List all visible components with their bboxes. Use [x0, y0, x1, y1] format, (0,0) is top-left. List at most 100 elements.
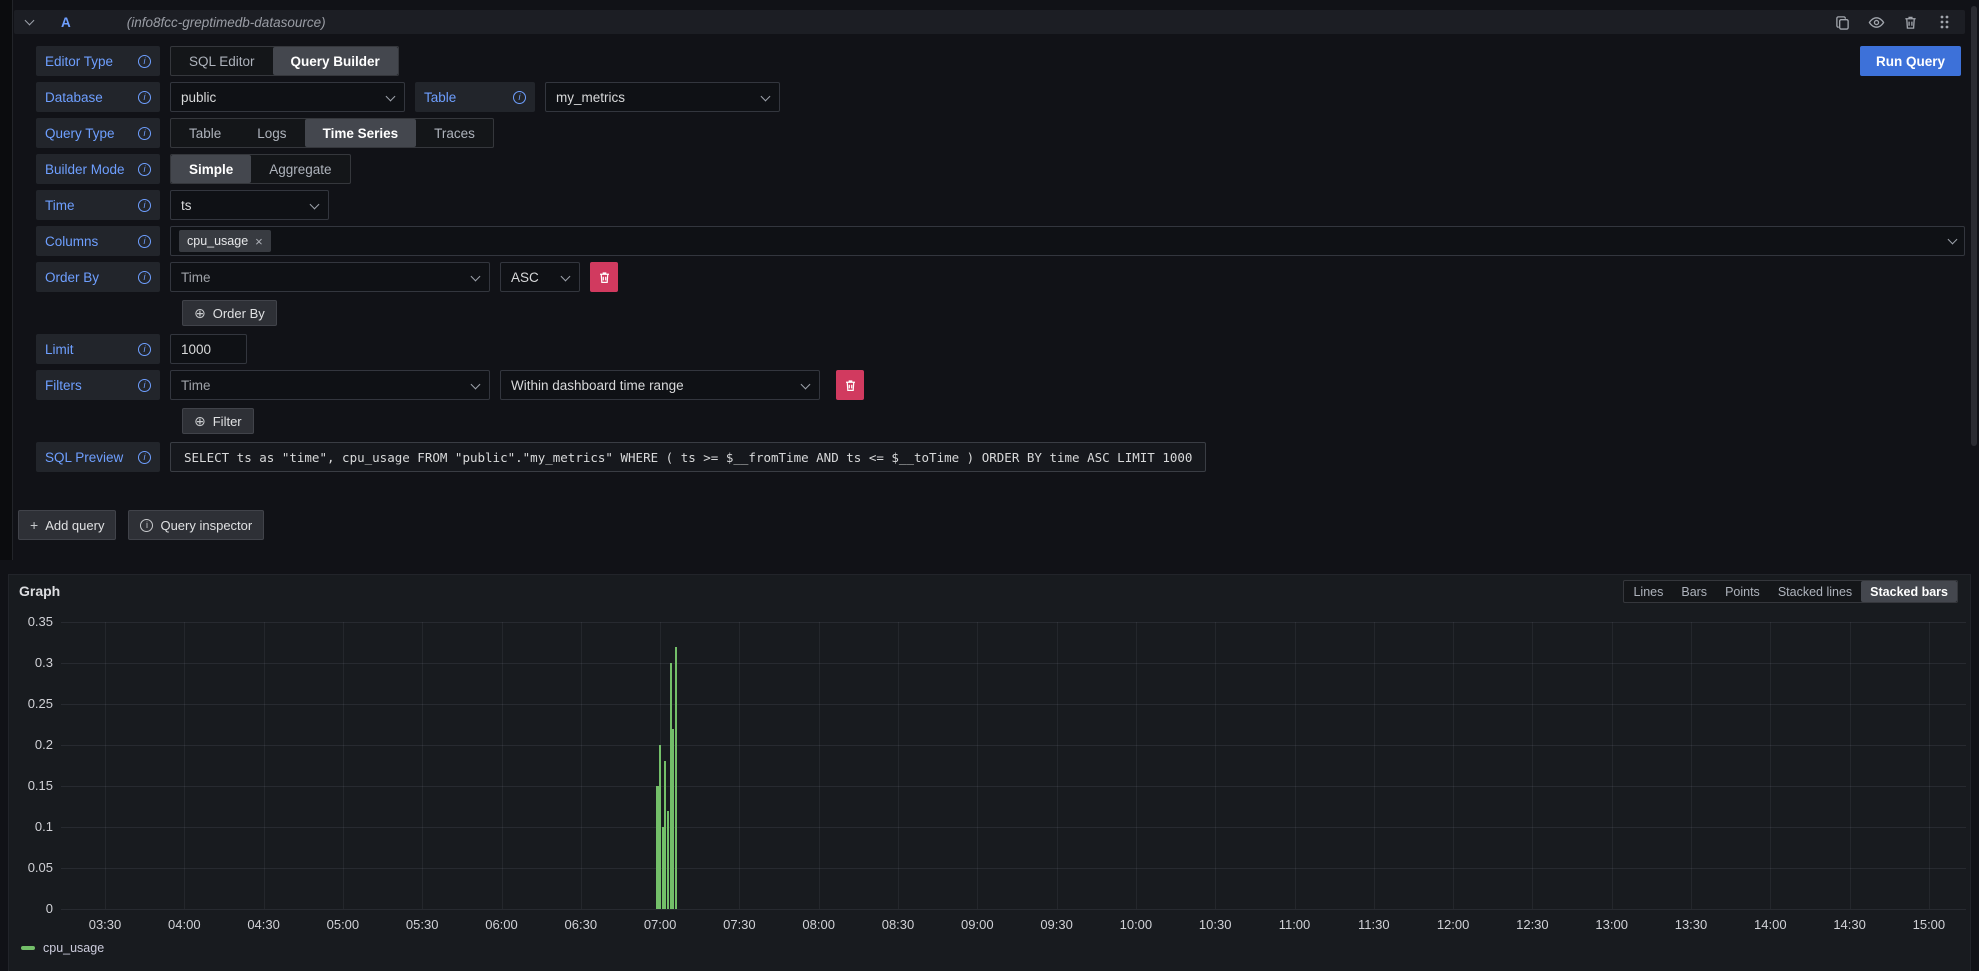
drag-handle-icon[interactable] [1935, 13, 1953, 31]
filters-label: Filters i [36, 370, 160, 400]
builder-mode-toggle-option-simple[interactable]: Simple [171, 155, 251, 183]
info-icon[interactable]: i [138, 163, 151, 176]
gridline-vertical [1295, 622, 1296, 909]
order-by-field-select[interactable]: Time [170, 262, 490, 292]
builder-mode-row: Builder Mode i SimpleAggregate [36, 154, 1965, 184]
y-axis-tick-label: 0.2 [1, 737, 53, 752]
draw-mode-toggle-option-points[interactable]: Points [1716, 581, 1769, 602]
y-axis-tick-label: 0.15 [1, 778, 53, 793]
info-icon[interactable]: i [138, 379, 151, 392]
chevron-down-icon [761, 91, 771, 101]
builder-mode-toggle-option-aggregate[interactable]: Aggregate [251, 155, 349, 183]
draw-mode-toggle-option-bars[interactable]: Bars [1672, 581, 1716, 602]
chevron-down-icon [1948, 234, 1958, 244]
datasource-name: (info8fcc-greptimedb-datasource) [127, 15, 326, 30]
query-inspector-button[interactable]: i Query inspector [128, 510, 264, 540]
query-row-header[interactable]: A (info8fcc-greptimedb-datasource) [14, 10, 1965, 34]
info-icon[interactable]: i [138, 235, 151, 248]
filters-label-text: Filters [45, 378, 82, 393]
time-label-text: Time [45, 198, 75, 213]
columns-label-text: Columns [45, 234, 98, 249]
x-axis-tick-label: 13:00 [1582, 917, 1642, 932]
query-type-toggle-option-time-series[interactable]: Time Series [305, 119, 417, 147]
order-by-field-value: Time [181, 270, 211, 285]
column-chip-cpu_usage[interactable]: cpu_usage× [179, 230, 271, 252]
table-select[interactable]: my_metrics [545, 82, 780, 112]
add-filter-button[interactable]: ⊕ Filter [182, 408, 254, 434]
editor-type-toggle-option-sql-editor[interactable]: SQL Editor [171, 47, 273, 75]
filter-field-select[interactable]: Time [170, 370, 490, 400]
chevron-down-icon [561, 271, 571, 281]
query-type-toggle-option-table[interactable]: Table [171, 119, 239, 147]
query-type-toggle-option-logs[interactable]: Logs [239, 119, 304, 147]
gridline-vertical [1374, 622, 1375, 909]
info-icon[interactable]: i [138, 55, 151, 68]
gridline-vertical [422, 622, 423, 909]
info-icon[interactable]: i [138, 343, 151, 356]
columns-multiselect[interactable]: cpu_usage× [170, 226, 1965, 256]
plot-area[interactable]: 00.050.10.150.20.250.30.3503:3004:0004:3… [61, 622, 1966, 909]
add-order-by-button[interactable]: ⊕ Order By [182, 300, 277, 326]
gridline-vertical [977, 622, 978, 909]
draw-mode-toggle-option-lines[interactable]: Lines [1624, 581, 1672, 602]
x-axis-tick-label: 14:30 [1820, 917, 1880, 932]
remove-order-by-button[interactable] [590, 262, 618, 292]
info-icon[interactable]: i [138, 199, 151, 212]
sql-preview-label-text: SQL Preview [45, 450, 123, 465]
query-inspector-label: Query inspector [160, 518, 252, 533]
gridline-vertical [1850, 622, 1851, 909]
filter-condition-select[interactable]: Within dashboard time range [500, 370, 820, 400]
query-editor: A (info8fcc-greptimedb-datasource) Edito… [14, 10, 1965, 540]
time-column-value: ts [181, 198, 192, 213]
legend-item-cpu-usage[interactable]: cpu_usage [21, 941, 104, 955]
order-by-label: Order By i [36, 262, 160, 292]
duplicate-icon[interactable] [1833, 13, 1851, 31]
database-select[interactable]: public [170, 82, 405, 112]
y-axis-tick-label: 0.25 [1, 696, 53, 711]
add-query-button[interactable]: + Add query [18, 510, 116, 540]
editor-type-row: Editor Type i SQL EditorQuery Builder Ru… [36, 46, 1965, 76]
x-axis-tick-label: 14:00 [1740, 917, 1800, 932]
table-value: my_metrics [556, 90, 625, 105]
order-by-direction-value: ASC [511, 270, 539, 285]
sql-preview-label: SQL Preview i [36, 442, 160, 472]
database-label: Database i [36, 82, 160, 112]
x-axis-tick-label: 03:30 [75, 917, 135, 932]
gridline-horizontal [61, 663, 1966, 664]
order-by-direction-select[interactable]: ASC [500, 262, 580, 292]
gridline-vertical [1453, 622, 1454, 909]
scrollbar-thumb[interactable] [1971, 6, 1977, 446]
query-ref-id: A [61, 15, 71, 30]
trash-icon[interactable] [1901, 13, 1919, 31]
info-icon[interactable]: i [138, 91, 151, 104]
info-icon[interactable]: i [138, 451, 151, 464]
run-query-button[interactable]: Run Query [1860, 46, 1961, 76]
query-type-toggle-option-traces[interactable]: Traces [416, 119, 493, 147]
draw-mode-toggle: LinesBarsPointsStacked linesStacked bars [1623, 580, 1958, 603]
y-axis-tick-label: 0.3 [1, 655, 53, 670]
editor-type-toggle-option-query-builder[interactable]: Query Builder [273, 47, 398, 75]
query-type-label-text: Query Type [45, 126, 115, 141]
collapse-chevron-icon[interactable] [25, 15, 35, 25]
y-axis-tick-label: 0.1 [1, 819, 53, 834]
draw-mode-toggle-option-stacked-lines[interactable]: Stacked lines [1769, 581, 1861, 602]
editor-type-label: Editor Type i [36, 46, 160, 76]
info-icon[interactable]: i [138, 127, 151, 140]
remove-filter-button[interactable] [836, 370, 864, 400]
chevron-down-icon [471, 379, 481, 389]
eye-icon[interactable] [1867, 13, 1885, 31]
info-icon[interactable]: i [513, 91, 526, 104]
pane-divider[interactable] [0, 0, 13, 560]
x-axis-tick-label: 10:00 [1106, 917, 1166, 932]
gridline-horizontal [61, 704, 1966, 705]
remove-icon[interactable]: × [255, 235, 263, 248]
gridline-vertical [343, 622, 344, 909]
x-axis-tick-label: 09:30 [1027, 917, 1087, 932]
plus-icon: + [30, 517, 38, 533]
draw-mode-toggle-option-stacked-bars[interactable]: Stacked bars [1861, 581, 1957, 602]
query-type-toggle: TableLogsTime SeriesTraces [170, 118, 494, 148]
gridline-horizontal [61, 868, 1966, 869]
info-icon[interactable]: i [138, 271, 151, 284]
limit-input[interactable]: 1000 [170, 334, 247, 364]
time-column-select[interactable]: ts [170, 190, 329, 220]
